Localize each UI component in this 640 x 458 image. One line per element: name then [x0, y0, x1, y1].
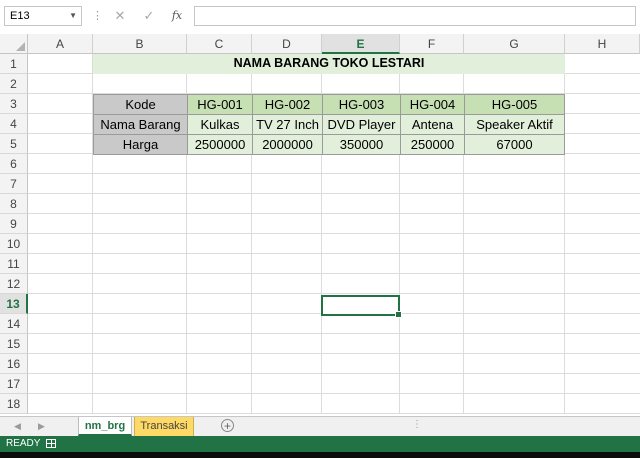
status-ready: READY: [6, 438, 41, 449]
column-header-h[interactable]: H: [565, 34, 640, 54]
active-cell-e13[interactable]: [321, 295, 402, 318]
row-gridline: [28, 173, 640, 174]
name-box-dropdown-icon[interactable]: ▼: [69, 7, 77, 25]
row-header-14[interactable]: 14: [0, 314, 28, 334]
select-all-icon: [16, 42, 25, 51]
row-header-17[interactable]: 17: [0, 374, 28, 394]
row-gridline: [28, 193, 640, 194]
name-box[interactable]: E13 ▼: [4, 6, 82, 26]
table-code-cell[interactable]: HG-004: [400, 94, 465, 115]
row-header-8[interactable]: 8: [0, 194, 28, 214]
formula-input[interactable]: [194, 6, 636, 26]
prev-sheet-icon[interactable]: ◀: [14, 418, 21, 434]
row-gridline: [28, 213, 640, 214]
table-cell[interactable]: TV 27 Inch: [252, 114, 323, 135]
table-code-cell[interactable]: HG-003: [322, 94, 401, 115]
row-header-12[interactable]: 12: [0, 274, 28, 294]
formula-bar-grip-icon: ⋮: [92, 10, 103, 22]
table-cell[interactable]: Kulkas: [187, 114, 253, 135]
table-code-cell[interactable]: HG-002: [252, 94, 323, 115]
table-cell[interactable]: DVD Player: [322, 114, 401, 135]
table-cell[interactable]: 350000: [322, 134, 401, 155]
table-cell[interactable]: Speaker Aktif: [464, 114, 565, 135]
select-all-corner[interactable]: [0, 34, 28, 54]
next-sheet-icon[interactable]: ▶: [38, 418, 45, 434]
row-gridline: [28, 393, 640, 394]
table-cell[interactable]: Antena: [400, 114, 465, 135]
name-box-value: E13: [10, 10, 30, 22]
tab-bar-grip-icon[interactable]: ⋮: [412, 419, 422, 430]
row-gridline: [28, 293, 640, 294]
sheet-title-cell[interactable]: NAMA BARANG TOKO LESTARI: [93, 54, 565, 74]
row-header-7[interactable]: 7: [0, 174, 28, 194]
row-gridline: [28, 273, 640, 274]
row-header-16[interactable]: 16: [0, 354, 28, 374]
row-header-9[interactable]: 9: [0, 214, 28, 234]
row-header-1[interactable]: 1: [0, 54, 28, 74]
table-header-label[interactable]: Kode: [93, 94, 188, 115]
row-header-11[interactable]: 11: [0, 254, 28, 274]
row-gridline: [28, 233, 640, 234]
table-row-label[interactable]: Nama Barang: [93, 114, 188, 135]
row-header-4[interactable]: 4: [0, 114, 28, 134]
column-header-a[interactable]: A: [28, 34, 93, 54]
row-header-13[interactable]: 13: [0, 294, 28, 314]
tab-nm-brg[interactable]: nm_brg: [78, 417, 132, 436]
insert-function-icon[interactable]: fx: [168, 7, 186, 25]
table-cell[interactable]: 67000: [464, 134, 565, 155]
cancel-icon[interactable]: ✕: [111, 7, 129, 25]
table-code-cell[interactable]: HG-001: [187, 94, 253, 115]
row-header-15[interactable]: 15: [0, 334, 28, 354]
table-row-label[interactable]: Harga: [93, 134, 188, 155]
row-header-2[interactable]: 2: [0, 74, 28, 94]
column-header-g[interactable]: G: [464, 34, 565, 54]
add-sheet-icon[interactable]: +: [221, 419, 234, 432]
row-gridline: [28, 333, 640, 334]
row-gridline: [28, 413, 640, 414]
column-header-e[interactable]: E: [322, 34, 400, 54]
row-gridline: [28, 253, 640, 254]
row-header-3[interactable]: 3: [0, 94, 28, 114]
column-header-f[interactable]: F: [400, 34, 464, 54]
row-header-5[interactable]: 5: [0, 134, 28, 154]
enter-icon[interactable]: ✓: [140, 7, 158, 25]
table-cell[interactable]: 2500000: [187, 134, 253, 155]
macro-record-icon[interactable]: [46, 439, 56, 448]
sheet-tab-bar: ◀ ▶ nm_brg Transaksi + ⋮: [0, 416, 640, 436]
formula-bar: E13 ▼ ⋮ ✕ ✓ fx: [0, 0, 640, 35]
worksheet-grid[interactable]: ABCDEFGH 1 2 3 4 5 6 7 8 9 10 11 12 13 14 15 16 17 18 NAM…: [0, 34, 640, 416]
column-header-b[interactable]: B: [93, 34, 187, 54]
column-header-d[interactable]: D: [252, 34, 322, 54]
table-cell[interactable]: 250000: [400, 134, 465, 155]
taskbar-strip: [0, 452, 640, 458]
tab-transaksi[interactable]: Transaksi: [134, 417, 194, 436]
table-cell[interactable]: 2000000: [252, 134, 323, 155]
status-bar: READY: [0, 436, 640, 452]
row-gridline: [28, 373, 640, 374]
row-header-6[interactable]: 6: [0, 154, 28, 174]
fill-handle[interactable]: [395, 311, 402, 318]
row-header-18[interactable]: 18: [0, 394, 28, 414]
row-header-10[interactable]: 10: [0, 234, 28, 254]
row-gridline: [28, 353, 640, 354]
table-code-cell[interactable]: HG-005: [464, 94, 565, 115]
column-header-c[interactable]: C: [187, 34, 252, 54]
